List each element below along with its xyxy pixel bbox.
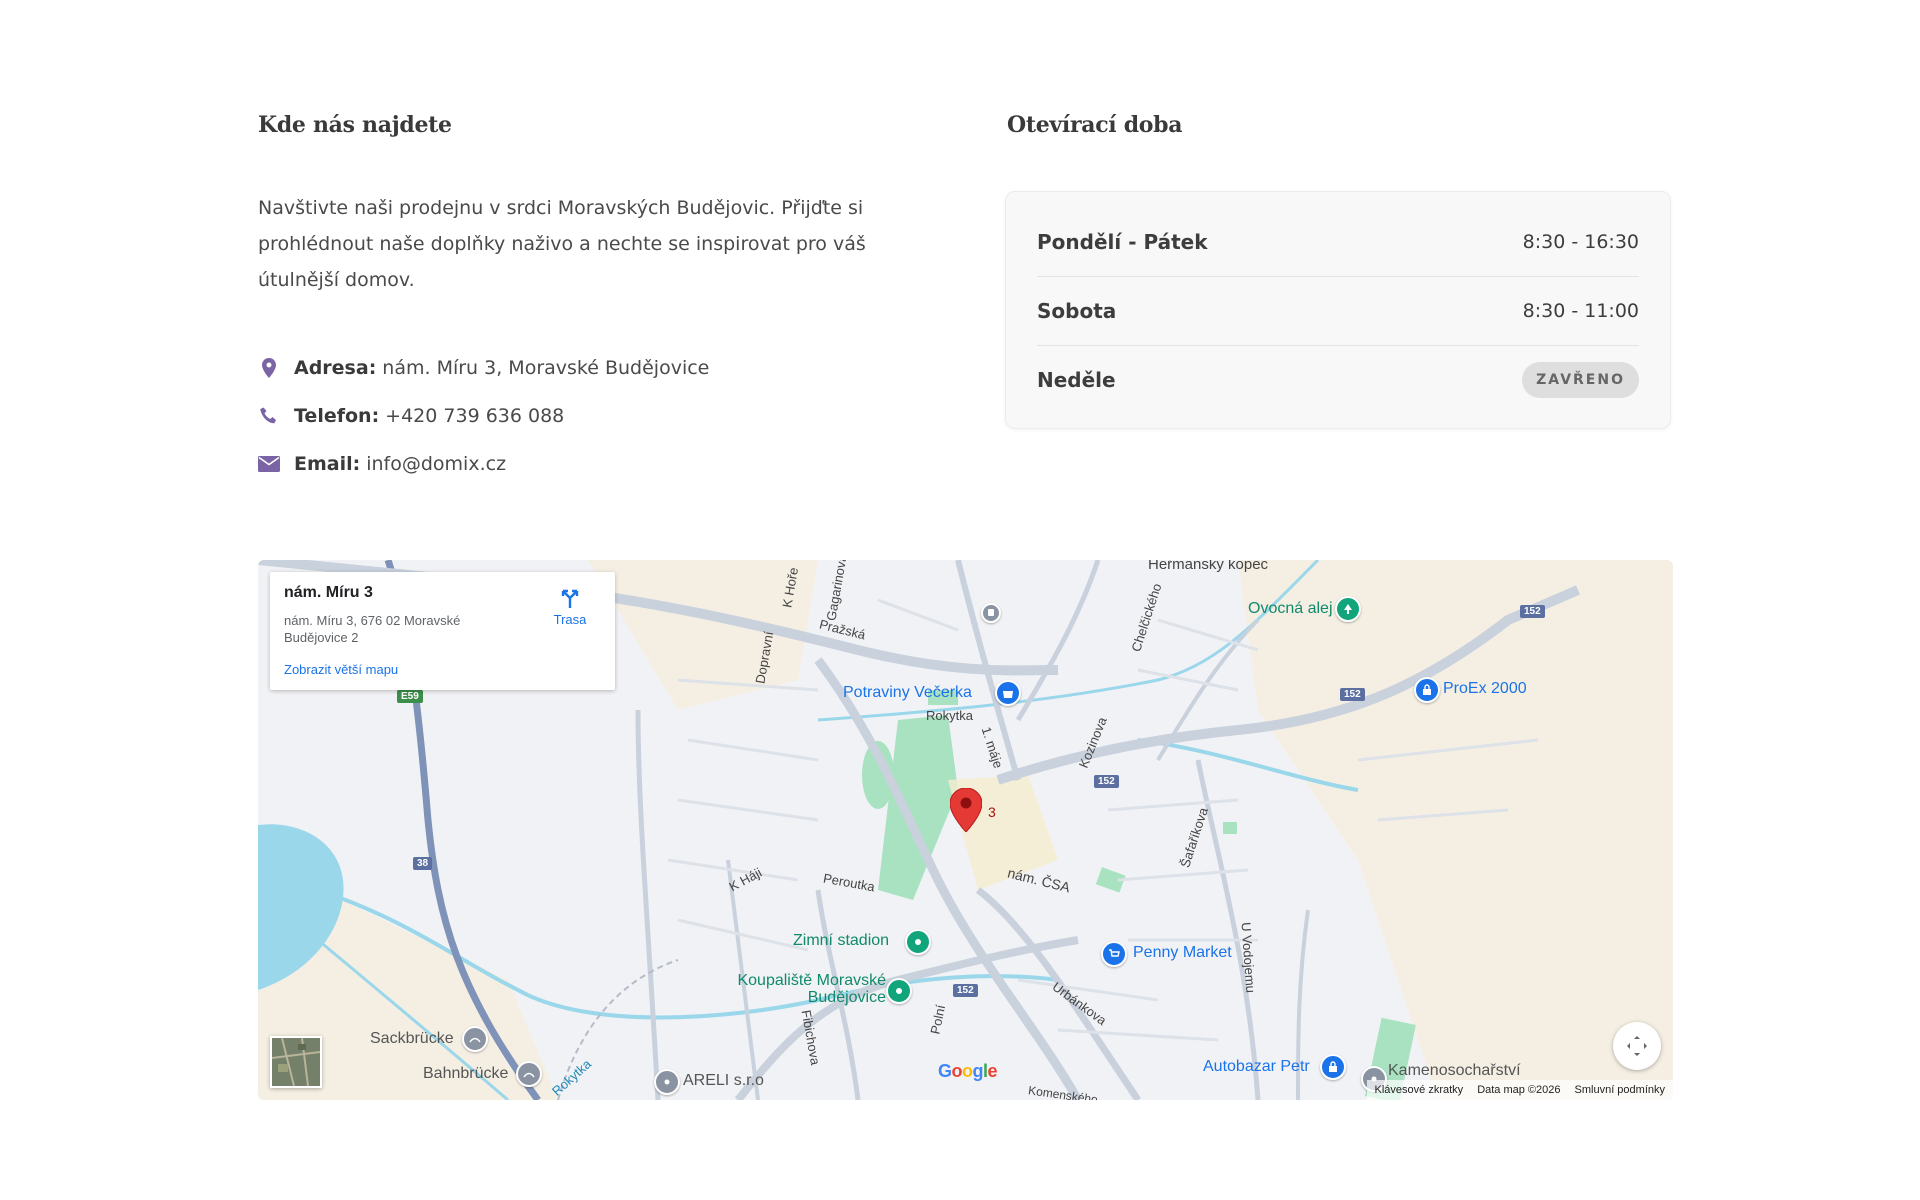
location-heading: Kde nás najdete xyxy=(258,112,452,138)
fullscreen-button[interactable] xyxy=(1613,1022,1661,1070)
contact-label: Adresa: xyxy=(294,357,377,379)
location-intro: Navštivte naši prodejnu v srdci Moravský… xyxy=(258,197,866,291)
stadium-icon[interactable] xyxy=(905,929,931,955)
poi-potraviny[interactable]: Potraviny Večerka xyxy=(843,684,972,702)
satellite-thumbnail-icon xyxy=(272,1038,320,1086)
contact-list: Adresa: nám. Míru 3, Moravské Budějovice… xyxy=(258,344,709,488)
contact-value: nám. Míru 3, Moravské Budějovice xyxy=(382,357,710,379)
poi-sackbrucke[interactable]: Sackbrücke xyxy=(370,1030,454,1048)
cart-icon[interactable] xyxy=(1101,941,1127,967)
phone-icon xyxy=(258,405,280,427)
park-icon[interactable] xyxy=(1335,596,1361,622)
google-logo: Google xyxy=(938,1061,998,1081)
poi-zimni-stadion[interactable]: Zimní stadion xyxy=(793,932,889,950)
hours-day: Pondělí - Pátek xyxy=(1037,230,1208,254)
closed-badge: ZAVŘENO xyxy=(1522,362,1639,398)
poi-kamenosocharstvi[interactable]: Kamenosochařství xyxy=(1388,1062,1521,1080)
poi-areli[interactable]: ARELI s.r.o xyxy=(683,1072,764,1090)
location-marker-icon[interactable] xyxy=(949,787,983,836)
map-marker-icon xyxy=(258,357,280,379)
fullscreen-icon xyxy=(1627,1036,1647,1056)
pool-icon[interactable] xyxy=(886,978,912,1004)
contact-value[interactable]: info@domix.cz xyxy=(366,453,506,475)
road-shield-38: 38 xyxy=(413,857,433,870)
poi-penny[interactable]: Penny Market xyxy=(1133,944,1232,962)
road-shield-152: 152 xyxy=(1520,605,1545,618)
keyboard-shortcuts-link[interactable]: Klávesové zkratky xyxy=(1375,1084,1464,1096)
poi-proex[interactable]: ProEx 2000 xyxy=(1443,680,1527,698)
place-info-card: nám. Míru 3 nám. Míru 3, 676 02 Moravské… xyxy=(270,572,615,690)
place-address: nám. Míru 3, 676 02 Moravské Budějovice … xyxy=(284,613,461,645)
opening-hours-card: Pondělí - Pátek 8:30 - 16:30 Sobota 8:30… xyxy=(1005,191,1671,429)
poi-ovocna[interactable]: Ovocná alej xyxy=(1248,600,1333,618)
bridge-icon[interactable] xyxy=(462,1026,488,1052)
map-attribution: Klávesové zkratky Data map ©2026 Smluvní… xyxy=(1366,1080,1673,1100)
poi-autobazar[interactable]: Autobazar Petr xyxy=(1203,1058,1310,1076)
road-shield-152: 152 xyxy=(1340,688,1365,701)
satellite-toggle[interactable] xyxy=(270,1036,322,1088)
contact-label: Email: xyxy=(294,453,361,475)
shop-icon[interactable] xyxy=(995,680,1021,706)
hours-row: Sobota 8:30 - 11:00 xyxy=(1037,277,1639,346)
place-icon[interactable] xyxy=(654,1069,680,1095)
poi-label[interactable]: Heřmanský kopec xyxy=(1148,560,1268,573)
larger-map-link[interactable]: Zobrazit větší mapu xyxy=(284,662,398,677)
place-title: nám. Míru 3 xyxy=(284,584,373,601)
river-label: Rokytka xyxy=(926,708,973,723)
road-shield-152: 152 xyxy=(1094,775,1119,788)
poi-bahnbrucke[interactable]: Bahnbrücke xyxy=(423,1065,508,1083)
envelope-icon xyxy=(258,453,280,475)
bridge-icon[interactable] xyxy=(516,1061,542,1087)
hours-time: 8:30 - 11:00 xyxy=(1522,300,1639,322)
train-station-icon[interactable] xyxy=(981,603,1001,623)
contact-label: Telefon: xyxy=(294,405,380,427)
marker-label: 3 xyxy=(988,804,996,820)
contact-value[interactable]: +420 739 636 088 xyxy=(385,405,564,427)
contact-email: Email: info@domix.cz xyxy=(258,440,709,488)
road-shield-e59: E59 xyxy=(397,690,423,703)
hours-day: Sobota xyxy=(1037,299,1117,323)
contact-address: Adresa: nám. Míru 3, Moravské Budějovice xyxy=(258,344,709,392)
directions-button[interactable]: Trasa xyxy=(540,586,600,627)
map-data-text: Data map ©2026 xyxy=(1477,1084,1561,1096)
road-shield-152: 152 xyxy=(953,984,978,997)
hours-row: Pondělí - Pátek 8:30 - 16:30 xyxy=(1037,208,1639,277)
hours-row: Neděle ZAVŘENO xyxy=(1037,346,1639,414)
hours-time: 8:30 - 16:30 xyxy=(1522,231,1639,253)
hours-day: Neděle xyxy=(1037,368,1116,392)
directions-label: Trasa xyxy=(553,612,587,627)
lock-shop-icon[interactable] xyxy=(1414,677,1440,703)
contact-phone: Telefon: +420 739 636 088 xyxy=(258,392,709,440)
directions-icon xyxy=(540,586,600,612)
hours-heading: Otevírací doba xyxy=(1007,112,1183,138)
poi-koupaliste[interactable]: Koupaliště Moravské Budějovice xyxy=(716,972,886,1006)
terms-link[interactable]: Smluvní podmínky xyxy=(1575,1084,1665,1096)
google-map[interactable]: E59 38 152 152 152 152 Pražská Dopravní … xyxy=(258,560,1673,1100)
lock-shop-icon[interactable] xyxy=(1320,1054,1346,1080)
